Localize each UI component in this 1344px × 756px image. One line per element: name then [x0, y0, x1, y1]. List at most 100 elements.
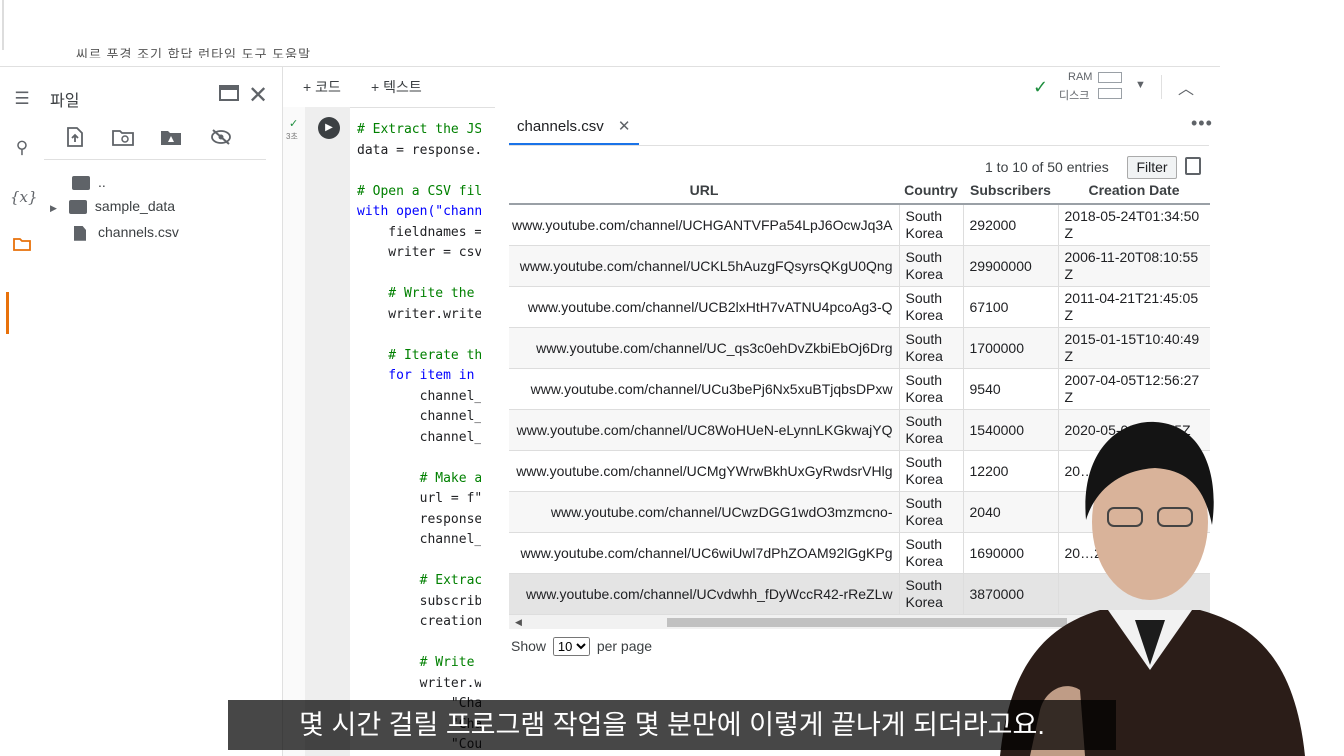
table-row[interactable]: www.youtube.com/channel/UCKL5hAuzgFQsyrs… [509, 245, 1210, 287]
code-line: fieldnames = [357, 224, 481, 240]
cell-country: South Korea [898, 368, 963, 410]
table-row[interactable]: www.youtube.com/channel/UCu3bePj6Nx5xuBT… [509, 368, 1210, 410]
folder-up-icon [72, 176, 90, 191]
more-options-icon[interactable]: ••• [1191, 113, 1213, 134]
code-line: channel_n [357, 429, 481, 445]
copy-icon[interactable] [1185, 157, 1201, 175]
disk-bar [1098, 88, 1122, 99]
toc-icon[interactable]: ☰ [10, 87, 34, 111]
table-row[interactable]: www.youtube.com/channel/UCB2lxHtH7vATNU4… [509, 286, 1210, 328]
code-line: writer.writeh [357, 306, 481, 322]
cell-subscribers: 29900000 [962, 245, 1058, 287]
cell-creation-date: 2007-04-05T12:56:27Z [1057, 368, 1210, 410]
cell-url: www.youtube.com/channel/UCwzDGG1wdO3mzmc… [509, 491, 899, 533]
table-header-row: URL Country Subscribers Creation Date [509, 177, 1210, 205]
cell-subscribers: 1700000 [962, 327, 1058, 369]
close-tab-icon[interactable]: ✕ [618, 118, 631, 135]
files-toolbar [44, 125, 266, 160]
code-line: # Extract [357, 573, 481, 588]
add-text-button[interactable]: + 텍스트 [371, 77, 422, 97]
tree-item-sample-data[interactable]: ▶ sample_data [50, 198, 175, 215]
cell-url: www.youtube.com/channel/UCu3bePj6Nx5xuBT… [509, 368, 899, 410]
divider [509, 145, 1209, 146]
tree-item-parent[interactable]: .. [72, 174, 106, 191]
cell-country: South Korea [898, 327, 963, 369]
video-subtitle: 몇 시간 걸릴 프로그램 작업을 몇 분만에 이렇게 끝나게 되더라고요. [228, 700, 1116, 750]
tab-channels-csv[interactable]: channels.csv ✕ [517, 117, 630, 135]
cell-url: www.youtube.com/channel/UC_qs3c0ehDvZkbi… [509, 327, 899, 369]
page-size-select[interactable]: 10 [552, 637, 590, 656]
cell-creation-date: 2006-11-20T08:10:55Z [1057, 245, 1210, 287]
code-line: writer.wr [357, 675, 481, 691]
search-icon[interactable]: ⚲ [10, 136, 34, 160]
variables-icon[interactable]: {x} [10, 185, 38, 209]
table-row[interactable]: www.youtube.com/channel/UCHGANTVFPa54LpJ… [509, 204, 1210, 246]
open-in-tab-icon[interactable] [218, 83, 240, 109]
cell-gutter: ✓ 3초 [283, 107, 305, 756]
collapse-header-icon[interactable]: ︿ [1178, 75, 1194, 99]
mount-drive-icon[interactable] [158, 127, 184, 153]
column-header-subscribers[interactable]: Subscribers [963, 177, 1058, 205]
filter-button[interactable]: Filter [1127, 156, 1177, 179]
upload-icon[interactable] [62, 127, 88, 153]
menu-bar[interactable]: 씨르 푸경 조기 합답 런타임 도구 도움말 [76, 44, 311, 58]
cell-done-check-icon: ✓ [289, 118, 299, 130]
table-row[interactable]: www.youtube.com/channel/UC_qs3c0ehDvZkbi… [509, 327, 1210, 369]
column-header-url[interactable]: URL [509, 177, 899, 205]
resources-dropdown-icon[interactable]: ▼ [1135, 79, 1146, 91]
code-line: # Iterate thr [357, 347, 481, 363]
code-line: response [357, 511, 481, 527]
code-line: # Write t [357, 655, 481, 670]
chevron-right-icon[interactable]: ▶ [50, 203, 57, 213]
divider [1161, 75, 1162, 99]
code-line: channel_d [357, 532, 481, 547]
code-line: url = f"h [357, 491, 481, 506]
column-header-creation-date[interactable]: Creation Date [1058, 177, 1210, 205]
entries-count: 1 to 10 of 50 entries [985, 159, 1109, 175]
cell-country: South Korea [898, 245, 963, 287]
cell-run-strip [305, 107, 350, 756]
column-header-country[interactable]: Country [899, 177, 963, 205]
cell-url: www.youtube.com/channel/UC8WoHUeN-eLynnL… [509, 409, 899, 451]
cell-url: www.youtube.com/channel/UCHGANTVFPa54LpJ… [509, 204, 899, 246]
cell-url: www.youtube.com/channel/UC6wiUwl7dPhZOAM… [509, 532, 899, 574]
connected-check-icon: ✓ [1033, 77, 1049, 97]
active-indicator [6, 292, 9, 334]
notebook-toolbar: + 코드 + 텍스트 ✓ RAM 디스크 ▼ ︿ [283, 67, 1220, 108]
code-line: # Write the h [357, 286, 481, 301]
code-line: with open("channels.csv" [357, 204, 481, 219]
side-rail: ☰ ⚲ {x} [0, 67, 44, 756]
code-line: channel_u [357, 409, 481, 424]
folder-icon[interactable] [10, 235, 34, 259]
pager: Show 10 per page [511, 637, 652, 656]
cell-country: South Korea [898, 409, 963, 451]
cell-country: South Korea [898, 450, 963, 492]
files-panel-title: 파일 [50, 93, 80, 110]
cell-subscribers: 9540 [962, 368, 1058, 410]
add-code-button[interactable]: + 코드 [303, 77, 341, 97]
refresh-folder-icon[interactable] [110, 127, 136, 153]
ram-label: RAM [1068, 71, 1093, 83]
divider [2, 0, 4, 50]
cell-creation-date: 2018-05-24T01:34:50Z [1057, 204, 1210, 246]
cell-url: www.youtube.com/channel/UCKL5hAuzgFQsyrs… [509, 245, 899, 287]
folder-icon [68, 200, 87, 215]
scroll-left-icon[interactable]: ◀ [515, 615, 522, 629]
close-icon[interactable]: ✕ [248, 81, 268, 110]
tree-item-channels-csv[interactable]: channels.csv [74, 224, 179, 241]
cell-subscribers: 67100 [962, 286, 1058, 328]
code-line: writer = csv. [357, 245, 481, 260]
disk-label: 디스크 [1059, 90, 1090, 102]
code-line: creation_ [357, 614, 481, 629]
hide-files-icon[interactable] [208, 127, 234, 153]
run-cell-button[interactable]: ▶ [318, 117, 340, 139]
cell-url: www.youtube.com/channel/UCB2lxHtH7vATNU4… [509, 286, 899, 328]
code-line: channel_i [357, 388, 481, 404]
code-line: # Make a [357, 470, 481, 486]
code-editor[interactable]: # Extract the JSON data = response.json()… [357, 120, 481, 756]
